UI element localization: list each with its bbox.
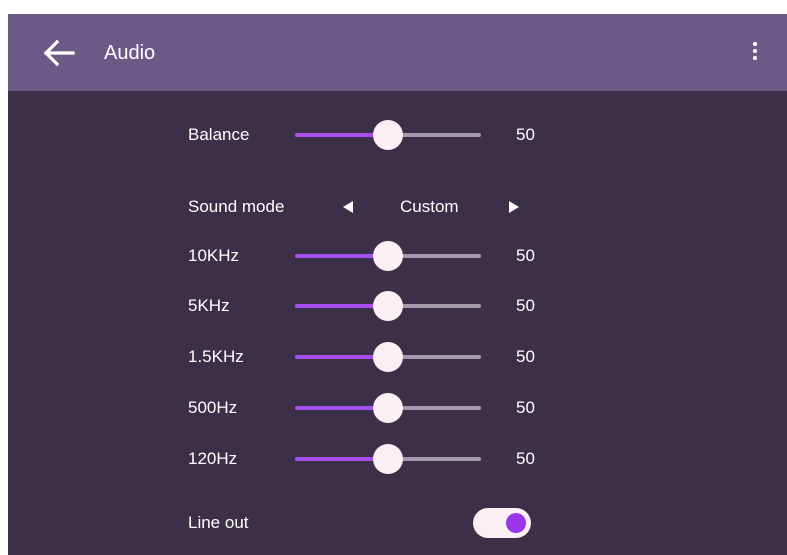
slider-thumb[interactable]	[373, 120, 403, 150]
audio-settings-screen: Audio Balance 50 Sound mode Custom 10KHz…	[8, 14, 787, 555]
app-bar: Audio	[8, 14, 787, 91]
page-title: Audio	[104, 42, 156, 64]
toggle-knob	[506, 513, 526, 533]
balance-slider[interactable]	[295, 118, 481, 152]
slider-thumb[interactable]	[373, 444, 403, 474]
slider-thumb[interactable]	[373, 241, 403, 271]
eq-5khz-value: 50	[516, 296, 535, 315]
eq-10khz-value: 50	[516, 246, 535, 265]
eq-10khz-label: 10KHz	[188, 246, 240, 265]
more-vertical-icon[interactable]	[746, 40, 764, 66]
eq-120hz-label: 120Hz	[188, 449, 238, 468]
eq-500hz-label: 500Hz	[188, 398, 238, 417]
slider-thumb[interactable]	[373, 393, 403, 423]
line-out-label: Line out	[188, 513, 249, 532]
sound-mode-label: Sound mode	[188, 197, 285, 216]
eq-1-5khz-label: 1.5KHz	[188, 347, 244, 366]
eq-1-5khz-slider[interactable]	[295, 340, 481, 374]
balance-label: Balance	[188, 125, 250, 144]
eq-500hz-value: 50	[516, 398, 535, 417]
next-mode-icon[interactable]	[509, 201, 519, 213]
eq-10khz-slider[interactable]	[295, 239, 481, 273]
eq-5khz-label: 5KHz	[188, 296, 230, 315]
sound-mode-value: Custom	[400, 197, 459, 216]
back-arrow-icon[interactable]	[42, 38, 76, 68]
eq-1-5khz-value: 50	[516, 347, 535, 366]
eq-5khz-slider[interactable]	[295, 289, 481, 323]
eq-120hz-value: 50	[516, 449, 535, 468]
eq-120hz-slider[interactable]	[295, 442, 481, 476]
slider-thumb[interactable]	[373, 342, 403, 372]
balance-value: 50	[516, 125, 535, 144]
previous-mode-icon[interactable]	[343, 201, 353, 213]
eq-500hz-slider[interactable]	[295, 391, 481, 425]
line-out-toggle[interactable]	[473, 508, 531, 538]
slider-thumb[interactable]	[373, 291, 403, 321]
